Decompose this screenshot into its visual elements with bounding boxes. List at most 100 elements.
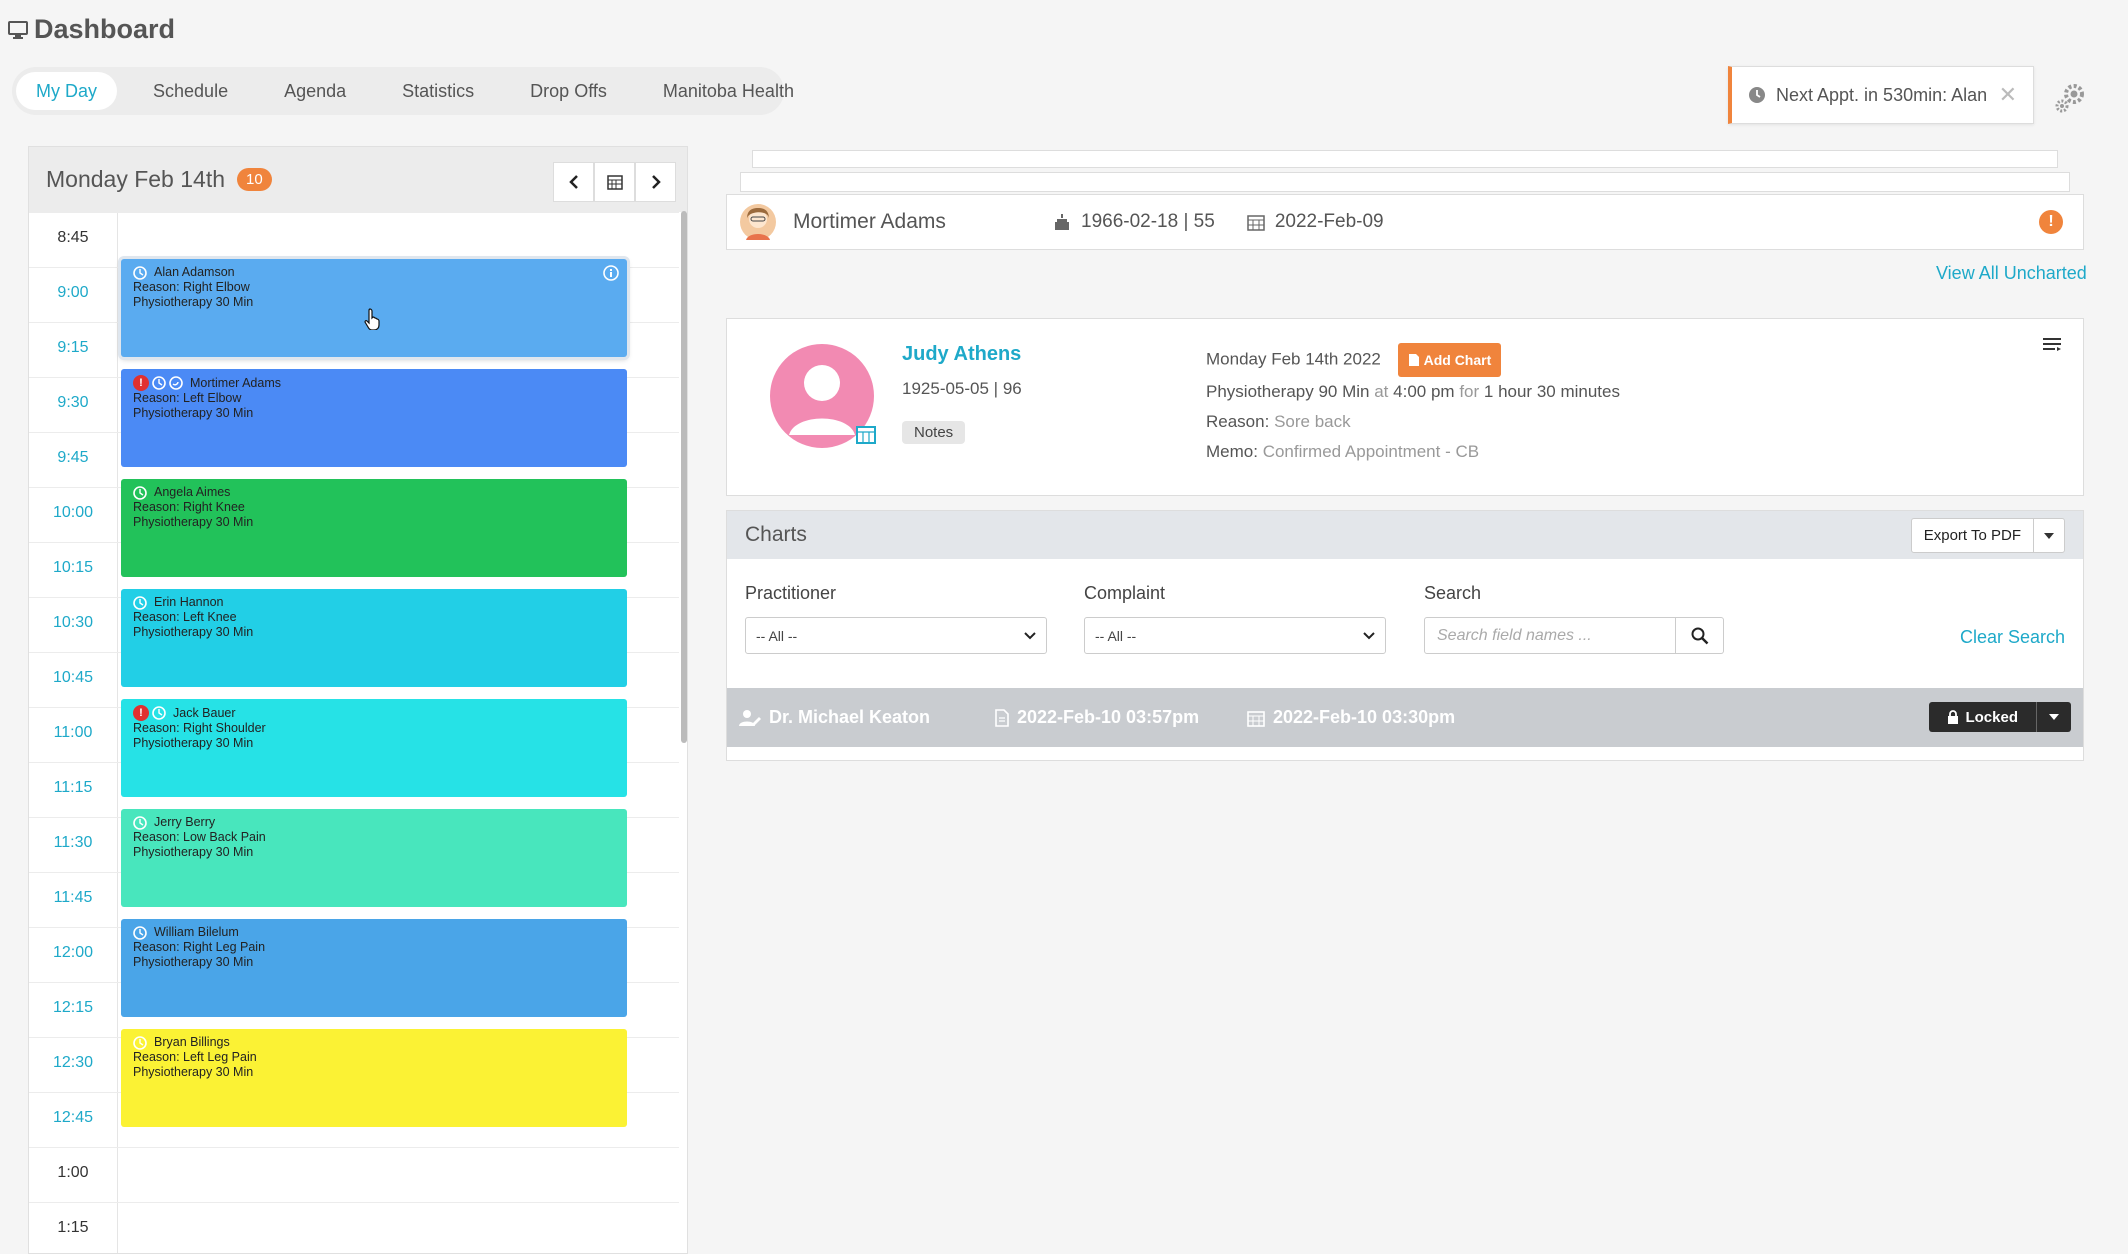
appointment-type: Physiotherapy 30 Min (133, 406, 254, 420)
caret-down-icon[interactable] (2037, 702, 2071, 732)
time-slot-label: 9:30 (57, 394, 89, 411)
chevron-right-icon[interactable] (635, 162, 676, 202)
chevron-left-icon[interactable] (553, 162, 594, 202)
practitioner-select[interactable]: -- All -- (745, 617, 1047, 654)
appointment-block[interactable]: Jerry Berry Reason: Low Back Pain Physioth… (121, 809, 627, 907)
appointment-block[interactable]: Erin Hannon Reason: Left Knee Physiotherap… (121, 589, 627, 687)
notes-button[interactable]: Notes (902, 421, 966, 444)
clock-icon (133, 485, 147, 500)
next-appointment-notice[interactable]: Next Appt. in 530min: Alan ✕ (1728, 66, 2034, 124)
patient-dob: 1925-05-05 | 96 (902, 379, 1022, 398)
reason-label: Reason: (1206, 412, 1270, 431)
page-header: Dashboard (8, 14, 175, 45)
reason-value: Sore back (1274, 412, 1351, 431)
appointment-name-line: Alan Adamson (133, 265, 615, 280)
time-slot-row[interactable]: 1:15 (29, 1202, 679, 1253)
appointment-service: Physiotherapy 90 Min (1206, 382, 1370, 401)
appointment-service-line: Physiotherapy 90 Min at 4:00 pm for 1 ho… (1206, 377, 1620, 407)
appointment-name-line: Jerry Berry (133, 815, 615, 830)
clock-icon (152, 376, 166, 390)
time-slot-label: 10:15 (52, 559, 94, 576)
appointment-reason: Reason: Right Elbow (133, 280, 250, 294)
appointment-memo-line: Memo: Confirmed Appointment - CB (1206, 437, 1620, 467)
locked-label: Locked (1965, 708, 2018, 726)
tab-statistics[interactable]: Statistics (382, 72, 494, 110)
appointment-block[interactable]: Angela Aimes Reason: Right Knee Physiother… (121, 479, 627, 577)
day-calendar: Monday Feb 14th 10 8:45 9:00 9:15 9:30 9:45 1… (28, 146, 688, 1254)
alert-icon[interactable]: ! (2039, 210, 2063, 234)
search-button[interactable] (1676, 617, 1724, 654)
appointment-patient-name: Jerry Berry (154, 815, 216, 829)
appointment-type: Physiotherapy 30 Min (133, 845, 254, 859)
time-slot-row[interactable]: 1:00 (29, 1147, 679, 1202)
tab-drop-offs[interactable]: Drop Offs (510, 72, 627, 110)
tab-bar: My Day Schedule Agenda Statistics Drop O… (12, 67, 794, 115)
complaint-select[interactable]: -- All -- (1084, 617, 1386, 654)
appointment-name-line: Bryan Billings (133, 1035, 615, 1050)
add-chart-button[interactable]: Add Chart (1397, 343, 1502, 377)
export-pdf-button[interactable]: Export To PDF (1910, 518, 2065, 553)
appointment-patient-name: Bryan Billings (154, 1035, 230, 1049)
calendar-scrollbar[interactable] (681, 211, 687, 743)
menu-icon[interactable] (2043, 337, 2061, 351)
search-input[interactable]: Search field names ... (1424, 617, 1676, 654)
appointment-patient-name: Mortimer Adams (190, 375, 281, 390)
caret-down-icon[interactable] (2034, 519, 2064, 552)
charts-title: Charts (745, 523, 807, 546)
complaint-value: -- All -- (1095, 627, 1137, 644)
clock-icon (1748, 86, 1766, 104)
search-group: Search field names ... (1424, 617, 1724, 654)
settings-gear-icon[interactable] (2052, 80, 2088, 116)
info-icon[interactable] (603, 265, 619, 281)
calendar-icon (1247, 709, 1265, 727)
chevron-down-icon (1024, 631, 1036, 640)
appointment-type: Physiotherapy 30 Min (133, 515, 254, 529)
time-slot-label: 10:45 (52, 669, 94, 686)
chart-appointment: 2022-Feb-10 03:30pm (1247, 707, 1455, 728)
appointment-block[interactable]: William Bilelum Reason: Right Leg Pain Phy… (121, 919, 627, 1017)
tab-manitoba-health[interactable]: Manitoba Health (643, 72, 814, 110)
clear-search-link[interactable]: Clear Search (1960, 627, 2065, 648)
search-icon (1691, 627, 1708, 644)
close-icon[interactable]: ✕ (1999, 82, 2017, 108)
view-all-uncharted-link[interactable]: View All Uncharted (1936, 263, 2087, 284)
locked-label-wrap[interactable]: Locked (1929, 702, 2037, 732)
locked-button[interactable]: Locked (1929, 702, 2071, 732)
clock-icon (133, 265, 147, 280)
appointment-block[interactable]: ! Mortimer Adams Reason: Left Elbow Physiot… (121, 369, 627, 467)
appointment-reason: Reason: Left Elbow (133, 391, 242, 405)
tab-my-day[interactable]: My Day (16, 72, 118, 110)
complaint-label: Complaint (1084, 583, 1166, 603)
appointment-block[interactable]: Bryan Billings Reason: Left Leg Pain Physi… (121, 1029, 627, 1127)
appointment-reason: Reason: Right Knee (133, 500, 245, 514)
clock-icon (133, 595, 147, 610)
time-slot-label: 1:15 (57, 1219, 89, 1236)
patient-name-link[interactable]: Judy Athens (902, 343, 1021, 366)
hand-cursor-icon (364, 308, 382, 330)
calendar-icon (1247, 213, 1265, 231)
clock-icon (133, 1035, 147, 1050)
appointment-reason-line: Reason: Sore back (1206, 407, 1620, 437)
calendar-nav (553, 162, 676, 202)
appointment-reason: Reason: Low Back Pain (133, 830, 266, 844)
chart-row[interactable]: Dr. Michael Keaton 2022-Feb-10 03:57pm 2… (727, 688, 2083, 747)
charts-panel: Charts Export To PDF Practitioner -- All… (726, 510, 2084, 761)
uncharted-card-stacked[interactable] (752, 150, 2058, 168)
file-icon (995, 708, 1009, 727)
uncharted-dob: 1966-02-18 | 55 (1053, 211, 1215, 233)
tab-schedule[interactable]: Schedule (133, 72, 248, 110)
time-slot-label: 11:30 (53, 834, 93, 851)
uncharted-date: 2022-Feb-09 (1247, 211, 1384, 233)
uncharted-card[interactable]: Mortimer Adams 1966-02-18 | 55 2022-Feb-… (726, 194, 2084, 250)
appointment-name-line: ! Jack Bauer (133, 705, 615, 721)
uncharted-card-stacked[interactable] (740, 172, 2070, 192)
calendar-icon[interactable] (594, 162, 635, 202)
appointment-patient-name: Alan Adamson (154, 265, 235, 279)
file-icon (1408, 354, 1419, 366)
appointment-name-line: Erin Hannon (133, 595, 615, 610)
tab-agenda[interactable]: Agenda (264, 72, 366, 110)
time-slot-label: 9:15 (57, 339, 89, 356)
export-pdf-label[interactable]: Export To PDF (1912, 519, 2034, 552)
appointment-block[interactable]: ! Jack Bauer Reason: Right Shoulder Physiot… (121, 699, 627, 797)
time-slot-label: 1:00 (57, 1164, 89, 1181)
